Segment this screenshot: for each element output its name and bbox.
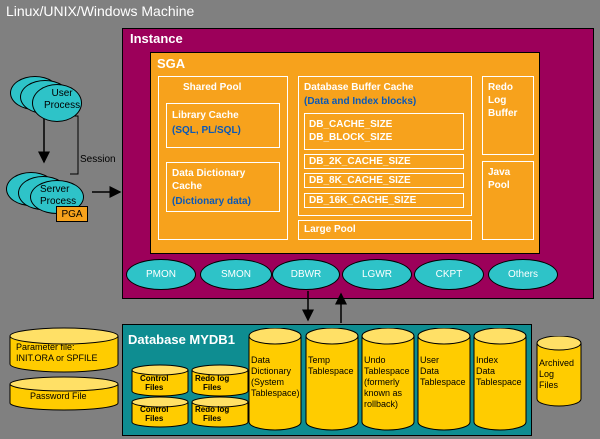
session-label: Session: [80, 154, 116, 165]
tablespace-undo: Undo Tablespace (formerly known as rollback): [364, 355, 410, 409]
control-files-2: Control Files: [140, 405, 169, 423]
tablespace-user-data: User Data Tablespace: [420, 355, 466, 387]
redo-log-files-1: Redo log Files: [195, 374, 230, 392]
tablespace-index-data: Index Data Tablespace: [476, 355, 522, 387]
parameter-file-label: Parameter file: INIT.ORA or SPFILE: [16, 342, 98, 363]
redo-log-files-2: Redo log Files: [195, 405, 230, 423]
archived-log-files-label: Archived Log Files: [539, 358, 575, 390]
pga-box: PGA: [56, 206, 88, 222]
password-file-label: Password File: [30, 391, 87, 401]
tablespace-system: Data Dictionary (System Tablespace): [251, 355, 300, 398]
user-process-label: User Process: [44, 88, 81, 111]
control-files-1: Control Files: [140, 374, 169, 392]
server-process-label: Server Process: [40, 184, 77, 207]
database-title: Database MYDB1: [128, 332, 235, 347]
tablespace-temp: Temp Tablespace: [308, 355, 354, 376]
